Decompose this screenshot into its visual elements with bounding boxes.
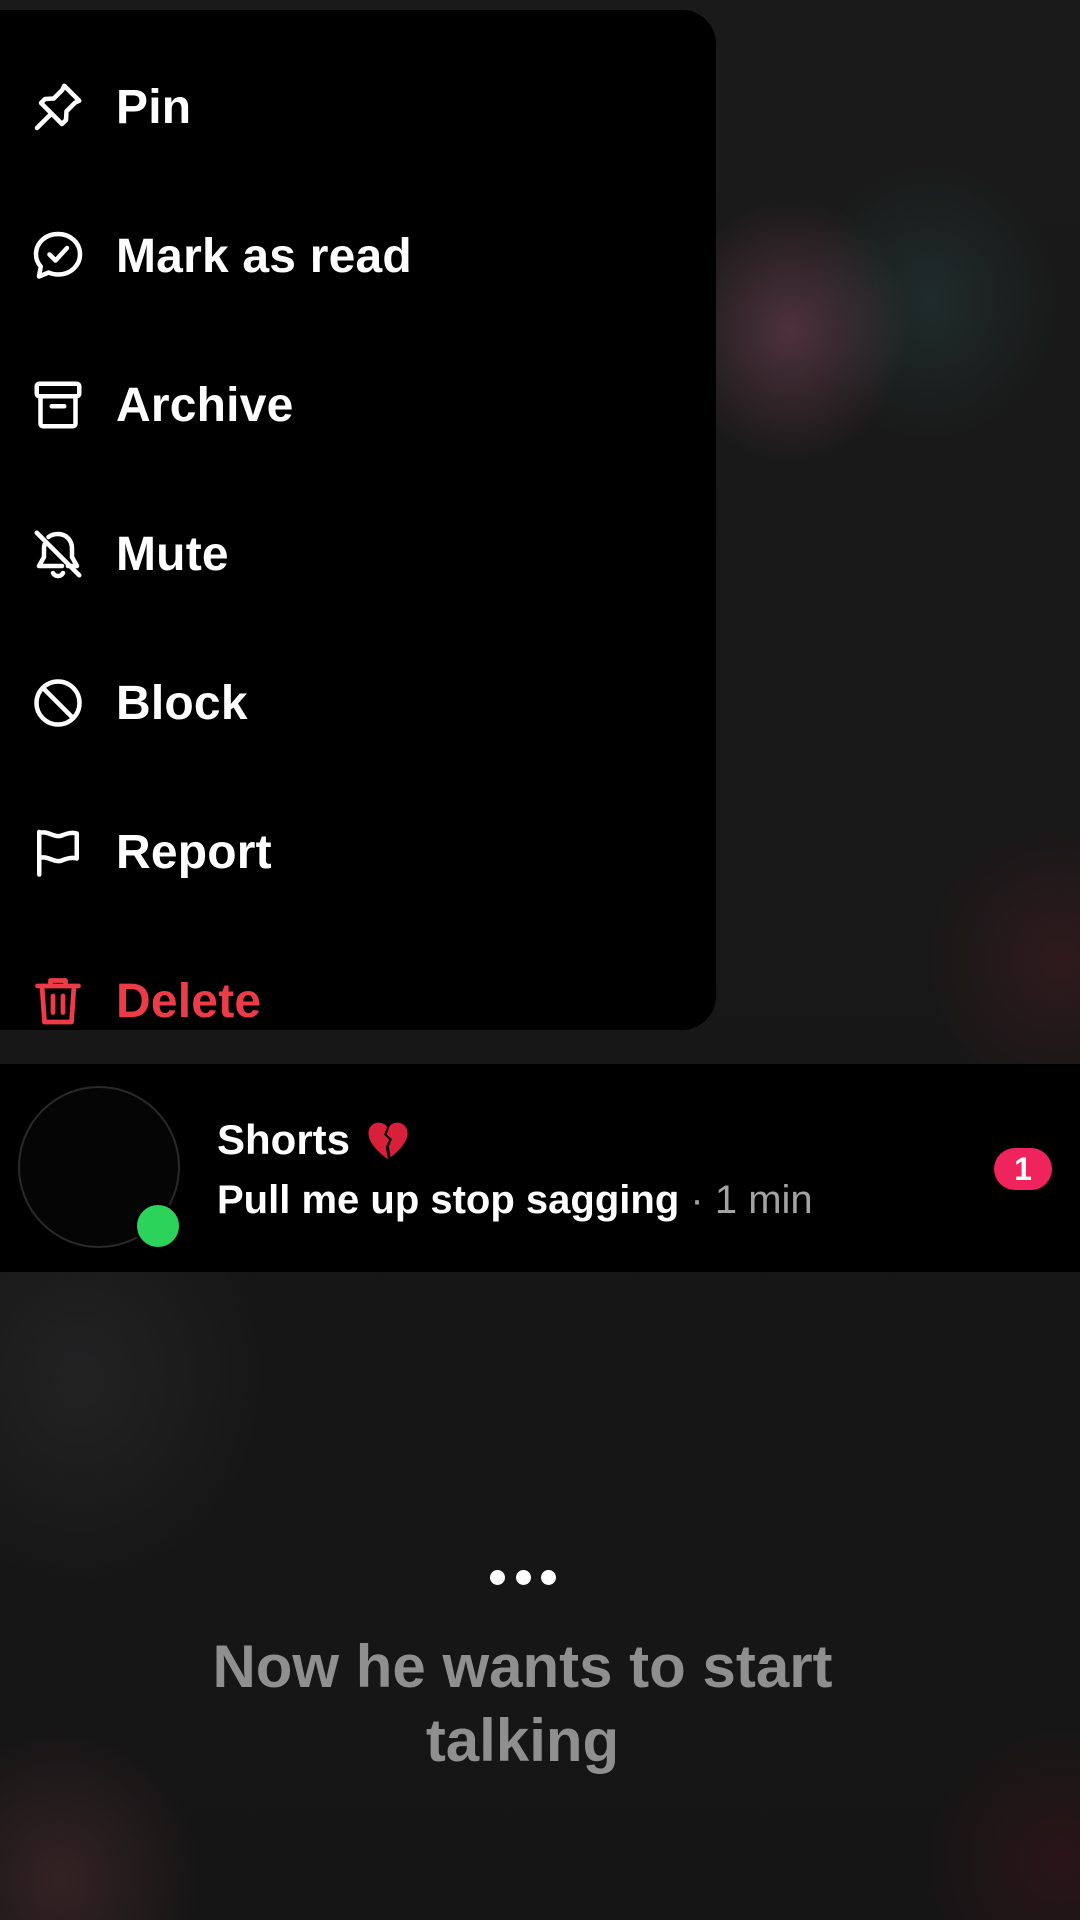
menu-item-label: Block [116, 676, 248, 730]
menu-item-label: Pin [116, 80, 192, 134]
menu-item-block[interactable]: Block [0, 643, 716, 763]
last-message: Pull me up stop sagging [217, 1178, 680, 1222]
menu-item-label: Delete [116, 974, 262, 1028]
mark-read-icon [28, 226, 88, 286]
menu-item-pin[interactable]: Pin [0, 47, 716, 167]
broken-heart-icon [362, 1114, 414, 1166]
menu-item-delete[interactable]: Delete [0, 941, 716, 1061]
chat-row[interactable]: Shorts Pull me up stop sagging · 1 min 1 [0, 1064, 1080, 1272]
menu-item-label: Mark as read [116, 229, 412, 283]
chat-preview: Pull me up stop sagging · 1 min [217, 1178, 813, 1223]
dot [490, 1569, 505, 1585]
context-menu: Pin Mark as read Archive Mute Block Repo… [0, 10, 716, 1030]
block-icon [28, 673, 88, 733]
menu-item-archive[interactable]: Archive [0, 345, 716, 465]
menu-item-label: Report [116, 825, 272, 879]
menu-item-mute[interactable]: Mute [0, 494, 716, 614]
more-options-icon[interactable] [490, 1562, 556, 1592]
video-caption: Now he wants to start talking [212, 1633, 833, 1774]
chat-name-text: Shorts [217, 1116, 351, 1163]
pin-icon [28, 77, 88, 137]
flag-icon [28, 822, 88, 882]
archive-icon [28, 375, 88, 435]
screen: Pin Mark as read Archive Mute Block Repo… [0, 0, 1080, 1920]
menu-item-report[interactable]: Report [0, 792, 716, 912]
dot [541, 1569, 556, 1585]
mute-bell-icon [28, 524, 88, 584]
online-status-dot [134, 1202, 182, 1250]
menu-item-label: Archive [116, 378, 294, 432]
separator: · [690, 1178, 704, 1222]
message-time: 1 min [714, 1178, 813, 1222]
dot [515, 1569, 531, 1585]
unread-badge: 1 [994, 1148, 1052, 1190]
trash-icon [28, 971, 88, 1031]
menu-item-label: Mute [116, 527, 229, 581]
chat-name: Shorts [217, 1114, 414, 1166]
menu-item-mark-as-read[interactable]: Mark as read [0, 196, 716, 316]
